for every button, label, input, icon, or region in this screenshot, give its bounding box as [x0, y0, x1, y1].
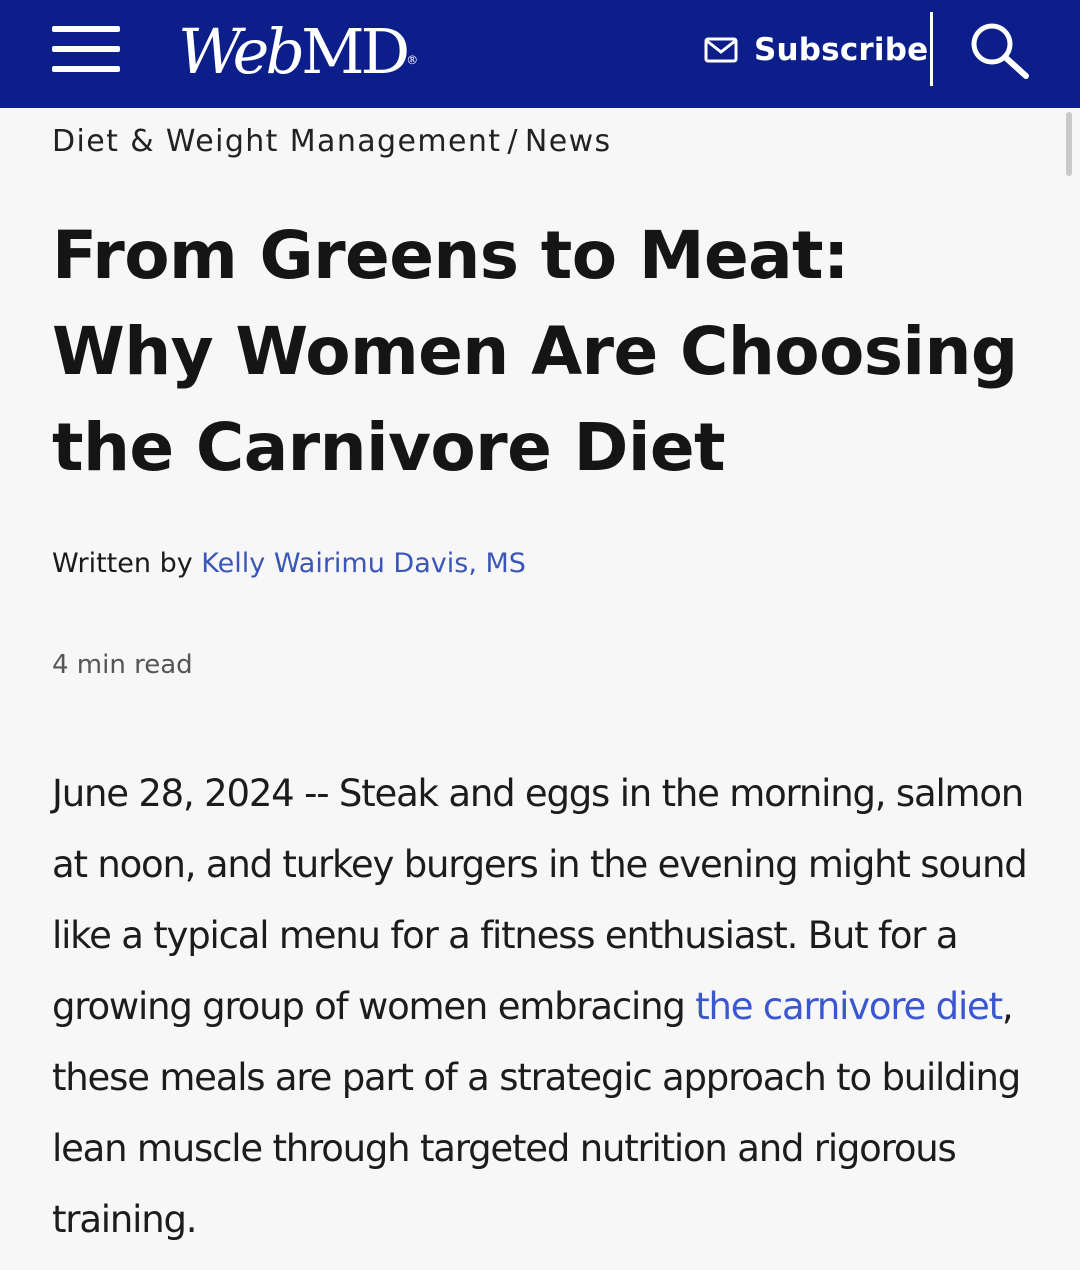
mail-icon — [704, 33, 738, 67]
scrollbar-thumb[interactable] — [1066, 112, 1072, 176]
article-body-paragraph: June 28, 2024 -- Steak and eggs in the m… — [52, 758, 1042, 1255]
header-divider — [930, 12, 933, 86]
author-link[interactable]: Kelly Wairimu Davis, MS — [201, 548, 526, 579]
carnivore-diet-link[interactable]: the carnivore diet — [695, 985, 1003, 1028]
logo-md-text: MD — [301, 15, 410, 88]
breadcrumb-link-section[interactable]: Diet & Weight Management — [52, 124, 501, 159]
byline-prefix: Written by — [52, 548, 193, 579]
breadcrumb: Diet & Weight Management / News — [52, 124, 612, 159]
logo-web-text: Web — [178, 15, 305, 88]
site-header: WebMD® Subscribe — [0, 0, 1080, 108]
subscribe-label: Subscribe — [754, 32, 929, 68]
article-title: From Greens to Meat: Why Women Are Choos… — [52, 217, 1018, 486]
logo-registered-mark: ® — [406, 53, 419, 67]
byline: Written by Kelly Wairimu Davis, MS — [52, 548, 526, 579]
search-icon[interactable] — [968, 20, 1034, 80]
menu-icon[interactable] — [52, 26, 120, 72]
read-time: 4 min read — [52, 650, 193, 680]
breadcrumb-link-news[interactable]: News — [525, 124, 612, 159]
subscribe-button[interactable]: Subscribe — [704, 28, 928, 72]
webmd-logo[interactable]: WebMD® — [178, 12, 418, 92]
breadcrumb-separator: / — [507, 124, 519, 159]
